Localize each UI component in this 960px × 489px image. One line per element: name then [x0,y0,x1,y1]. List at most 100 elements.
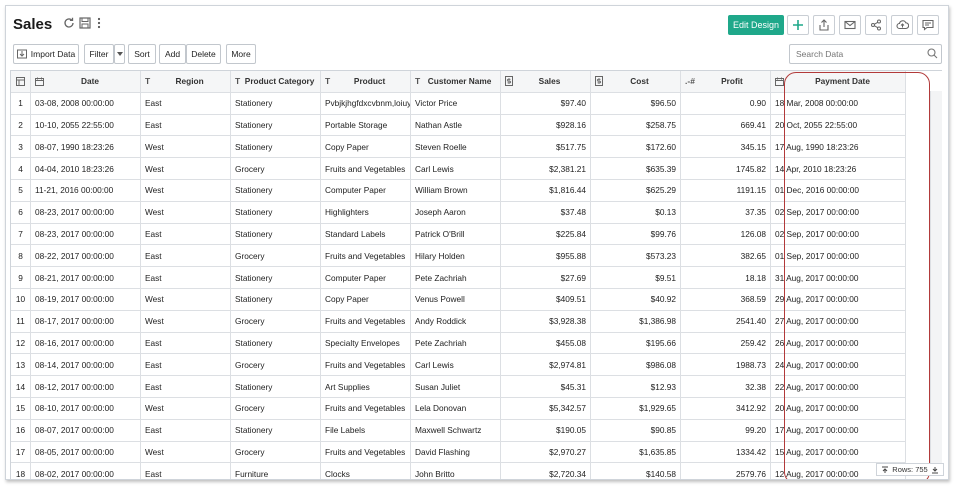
cell-product-category[interactable]: Grocery [231,245,321,268]
more-vertical-icon[interactable] [92,16,106,30]
column-header-product[interactable]: T Product [321,71,411,93]
table-row[interactable]: 9 08-21, 2017 00:00:00 East Stationery Compu… [11,267,942,289]
cell-cost[interactable]: $90.85 [591,419,681,442]
cell-sales[interactable]: $928.16 [501,114,591,137]
cell-sales[interactable]: $409.51 [501,289,591,311]
cell-sales[interactable]: $97.40 [501,92,591,115]
column-header-product-category[interactable]: T Product Category [231,71,321,93]
cell-profit[interactable]: 2579.76 [681,463,771,479]
cell-cost[interactable]: $140.58 [591,463,681,479]
filter-dropdown-button[interactable] [114,44,125,64]
cell-payment-date[interactable]: 02 Sep, 2017 00:00:00 [771,223,906,246]
cell-product-category[interactable]: Stationery [231,289,321,311]
cell-product[interactable]: Computer Paper [321,267,411,289]
cell-cost[interactable]: $635.39 [591,158,681,180]
cell-date[interactable]: 08-07, 2017 00:00:00 [31,419,141,442]
cell-product[interactable]: Copy Paper [321,289,411,311]
cell-customer-name[interactable]: Pete Zachriah [411,332,501,355]
scroll-top-icon[interactable] [881,466,889,474]
cell-product-category[interactable]: Stationery [231,223,321,246]
cell-date[interactable]: 11-21, 2016 00:00:00 [31,180,141,202]
cell-product[interactable]: Fruits and Vegetables [321,398,411,420]
cell-cost[interactable]: $986.08 [591,354,681,377]
cell-date[interactable]: 08-23, 2017 00:00:00 [31,201,141,224]
share-button[interactable] [865,15,887,35]
cell-customer-name[interactable]: Nathan Astle [411,114,501,137]
cell-date[interactable]: 08-12, 2017 00:00:00 [31,376,141,398]
table-row[interactable]: 5 11-21, 2016 00:00:00 West Stationery Compu… [11,180,942,202]
cell-customer-name[interactable]: Maxwell Schwartz [411,419,501,442]
import-data-button[interactable]: Import Data [13,44,79,64]
cell-payment-date[interactable]: 22 Aug, 2017 00:00:00 [771,376,906,398]
cell-product-category[interactable]: Stationery [231,201,321,224]
column-header-sales[interactable]: Sales [501,71,591,93]
cell-date[interactable]: 10-10, 2055 22:55:00 [31,114,141,137]
cell-product-category[interactable]: Stationery [231,332,321,355]
cell-profit[interactable]: 3412.92 [681,398,771,420]
cell-sales[interactable]: $5,342.57 [501,398,591,420]
cell-region[interactable]: West [141,201,231,224]
cell-product-category[interactable]: Stationery [231,92,321,115]
cell-profit[interactable]: 1191.15 [681,180,771,202]
refresh-icon[interactable] [62,16,76,30]
cell-product-category[interactable]: Stationery [231,419,321,442]
cell-date[interactable]: 08-14, 2017 00:00:00 [31,354,141,377]
cell-payment-date[interactable]: 17 Aug, 1990 18:23:26 [771,136,906,159]
table-row[interactable]: 7 08-23, 2017 00:00:00 East Stationery Stand… [11,223,942,246]
cell-product[interactable]: Portable Storage [321,114,411,137]
column-header-region[interactable]: T Region [141,71,231,93]
cell-product[interactable]: Standard Labels [321,223,411,246]
cell-profit[interactable]: 368.59 [681,289,771,311]
cell-product-category[interactable]: Grocery [231,354,321,377]
cell-product-category[interactable]: Grocery [231,441,321,464]
vertical-scrollbar[interactable] [930,91,942,471]
cell-sales[interactable]: $2,381.21 [501,158,591,180]
cell-profit[interactable]: 259.42 [681,332,771,355]
cell-date[interactable]: 03-08, 2008 00:00:00 [31,92,141,115]
cell-sales[interactable]: $3,928.38 [501,310,591,333]
cell-payment-date[interactable]: 15 Aug, 2017 00:00:00 [771,441,906,464]
cell-profit[interactable]: 18.18 [681,267,771,289]
cell-profit[interactable]: 345.15 [681,136,771,159]
cell-product[interactable]: Art Supplies [321,376,411,398]
cell-date[interactable]: 08-22, 2017 00:00:00 [31,245,141,268]
table-row[interactable]: 15 08-10, 2017 00:00:00 West Grocery Fruits … [11,398,942,420]
cell-product-category[interactable]: Stationery [231,136,321,159]
cell-product-category[interactable]: Furniture [231,463,321,479]
cell-profit[interactable]: 99.20 [681,419,771,442]
cell-cost[interactable]: $1,386.98 [591,310,681,333]
cell-customer-name[interactable]: David Flashing [411,441,501,464]
cell-product-category[interactable]: Grocery [231,310,321,333]
cell-sales[interactable]: $1,816.44 [501,180,591,202]
cell-product[interactable]: Clocks [321,463,411,479]
cell-profit[interactable]: 37.35 [681,201,771,224]
cell-profit[interactable]: 32.38 [681,376,771,398]
table-row[interactable]: 11 08-17, 2017 00:00:00 West Grocery Fruits … [11,310,942,333]
table-row[interactable]: 16 08-07, 2017 00:00:00 East Stationery File… [11,419,942,442]
cell-payment-date[interactable]: 14 Apr, 2010 18:23:26 [771,158,906,180]
cell-region[interactable]: East [141,267,231,289]
cell-profit[interactable]: 1988.73 [681,354,771,377]
delete-button[interactable]: Delete [186,44,221,64]
cell-region[interactable]: West [141,398,231,420]
cell-cost[interactable]: $1,635.85 [591,441,681,464]
search-icon[interactable] [927,48,938,59]
cell-customer-name[interactable]: John Britto [411,463,501,479]
cell-region[interactable]: East [141,332,231,355]
cell-sales[interactable]: $37.48 [501,201,591,224]
cell-region[interactable]: West [141,289,231,311]
cell-payment-date[interactable]: 02 Sep, 2017 00:00:00 [771,201,906,224]
cell-date[interactable]: 08-19, 2017 00:00:00 [31,289,141,311]
cell-product-category[interactable]: Grocery [231,398,321,420]
cell-cost[interactable]: $96.50 [591,92,681,115]
cell-date[interactable]: 08-05, 2017 00:00:00 [31,441,141,464]
cell-customer-name[interactable]: Carl Lewis [411,354,501,377]
cell-region[interactable]: East [141,245,231,268]
edit-design-button[interactable]: Edit Design [728,15,784,35]
cell-payment-date[interactable]: 18 Mar, 2008 00:00:00 [771,92,906,115]
cell-date[interactable]: 08-16, 2017 00:00:00 [31,332,141,355]
cell-sales[interactable]: $2,974.81 [501,354,591,377]
cell-cost[interactable]: $573.23 [591,245,681,268]
cell-cost[interactable]: $195.66 [591,332,681,355]
cell-product[interactable]: Copy Paper [321,136,411,159]
